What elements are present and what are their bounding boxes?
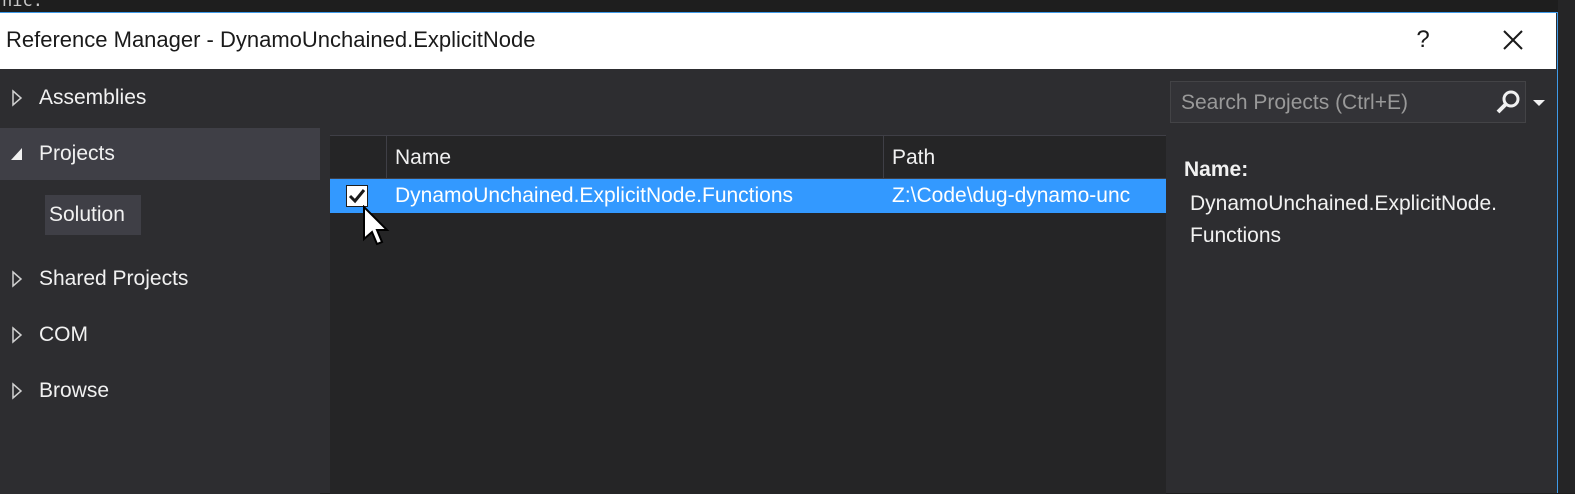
background-editor: nic:: [0, 0, 1575, 12]
nav-item-label: Browse: [39, 379, 110, 402]
nav-item-label: COM: [39, 323, 88, 346]
table-row[interactable]: DynamoUnchained.ExplicitNode.Functions Z…: [330, 179, 1166, 213]
nav-item-label: Projects: [39, 142, 115, 165]
reference-manager-dialog: Reference Manager - DynamoUnchained.Expl…: [0, 12, 1558, 494]
nav-subitem-label: Solution: [49, 203, 125, 226]
collapse-arrow-icon: [11, 148, 22, 160]
nav-item-shared-projects[interactable]: Shared Projects: [0, 253, 320, 305]
column-header-name[interactable]: Name: [387, 136, 884, 178]
checkmark-icon: [348, 189, 366, 204]
column-header-label: Name: [395, 146, 452, 169]
details-name-label: Name:: [1184, 158, 1249, 181]
project-path-cell: Z:\Code\dug-dynamo-unc: [892, 184, 1131, 207]
details-name-value: DynamoUnchained.ExplicitNode. Functions: [1190, 192, 1497, 247]
nav-item-assemblies[interactable]: Assemblies: [0, 72, 320, 124]
include-checkbox[interactable]: [346, 185, 368, 207]
background-code-text: nic:: [2, 0, 43, 11]
expand-arrow-icon: [12, 382, 23, 400]
nav-item-label: Shared Projects: [39, 267, 189, 290]
title-bar: Reference Manager - DynamoUnchained.Expl…: [0, 13, 1556, 69]
project-name-cell: DynamoUnchained.ExplicitNode.Functions: [395, 184, 794, 207]
nav-item-browse[interactable]: Browse: [0, 365, 320, 417]
column-header-path[interactable]: Path: [884, 136, 1166, 178]
expand-arrow-icon: [12, 326, 23, 344]
column-header-label: Path: [892, 146, 936, 169]
nav-subitem-solution[interactable]: Solution: [45, 195, 141, 235]
nav-item-com[interactable]: COM: [0, 309, 320, 361]
mouse-cursor-icon: [363, 205, 390, 246]
column-header-check: [330, 136, 387, 178]
search-input[interactable]: [1179, 82, 1483, 124]
expand-arrow-icon: [12, 89, 23, 107]
help-button[interactable]: ?: [1408, 23, 1438, 57]
close-button[interactable]: [1496, 23, 1530, 57]
search-icon[interactable]: [1494, 88, 1522, 116]
nav-item-label: Assemblies: [39, 86, 147, 109]
search-box: [1170, 81, 1526, 124]
dialog-title: Reference Manager - DynamoUnchained.Expl…: [6, 27, 536, 52]
project-list: Name Path DynamoUnchained.ExplicitNode.F…: [330, 135, 1166, 494]
list-header: Name Path: [330, 135, 1166, 179]
category-nav: Assemblies Projects Solution Shared Proj…: [0, 69, 320, 494]
details-panel: Name: DynamoUnchained.ExplicitNode. Funct…: [1184, 158, 1544, 252]
expand-arrow-icon: [12, 270, 23, 288]
nav-item-projects[interactable]: Projects: [0, 128, 320, 180]
background-scrollbar: [1558, 0, 1575, 493]
close-icon: [1503, 30, 1523, 50]
chevron-down-icon[interactable]: [1530, 88, 1548, 116]
